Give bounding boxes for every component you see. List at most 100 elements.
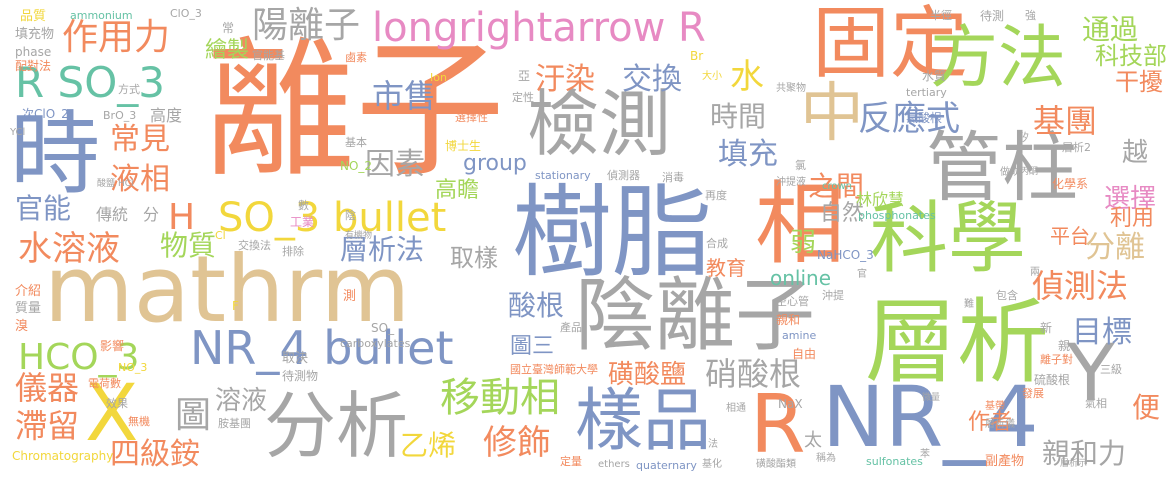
word-zhenceqi: 偵測器 <box>607 169 640 182</box>
word-no2: NO_2 <box>340 159 373 173</box>
word-ethers: ethers <box>598 459 630 470</box>
word-shijian: 時間 <box>710 100 767 133</box>
word-suanyan: 酸鹽 <box>97 179 116 189</box>
word-yixi: 乙烯 <box>400 429 457 462</box>
word-yinsu: 因素 <box>365 147 425 182</box>
word-paichu: 排除 <box>282 245 304 258</box>
word-phosphonates: phosphonates <box>858 209 936 222</box>
word-nahco3: NaHCO_3 <box>817 248 874 262</box>
word-wuji: 無機 <box>128 415 150 428</box>
word-jiaoyu: 教育 <box>706 256 746 280</box>
word-chanpin: 產品 <box>560 321 582 334</box>
word-chongti: 沖提 <box>822 289 844 302</box>
word-shuirongye: 水溶液 <box>18 229 120 269</box>
word-zaidu: 再度 <box>705 189 727 202</box>
word-changjian: 常見 <box>110 122 170 157</box>
word-lv: 氯 <box>795 159 806 172</box>
word-so-small: SO_ <box>371 321 395 335</box>
word-yin: 陰 <box>345 209 356 222</box>
word-baohan: 包含 <box>996 289 1018 302</box>
word-tai: 太 <box>804 430 822 451</box>
word-xiaodu: 消毒 <box>662 171 684 184</box>
word-cengxi2: 層析2 <box>1062 141 1091 154</box>
word-fuchanwu: 副產物 <box>985 454 1025 469</box>
word-chromatography: Chromatography <box>12 449 114 463</box>
word-tu: 圖 <box>175 395 212 436</box>
word-dingxing: 定性 <box>512 91 534 104</box>
word-weiliang: 微量 <box>922 393 941 403</box>
word-jihua: 基化 <box>702 459 722 470</box>
word-fenli: 分離 <box>1085 230 1145 265</box>
word-youjiwu: 有機物 <box>345 231 373 241</box>
word-huangsuanzhi: 磺酸酯類 <box>756 459 796 470</box>
word-pinzhi: 品質 <box>20 9 47 24</box>
word-nax: NaX <box>778 397 803 411</box>
word-hecheng: 合成 <box>706 237 728 250</box>
word-liusuangen: 硫酸根 <box>1034 373 1071 387</box>
word-pingtai: 平台 <box>1050 224 1090 248</box>
word-phase: phase <box>15 45 52 59</box>
word-liyong: 利用 <box>1110 206 1155 231</box>
word-suangen: 酸根 <box>508 289 565 322</box>
word-tianchong: 填充 <box>718 137 778 172</box>
word-ycl: YCl <box>10 127 26 138</box>
word-yingxiang: 影響 <box>100 339 125 353</box>
word-xin: 新 <box>1040 321 1053 335</box>
word-tusan: 圖三 <box>510 334 555 359</box>
word-ce: 測 <box>343 289 357 304</box>
word-zuoyongli: 作用力 <box>62 17 171 58</box>
word-gui: 矽 <box>1018 131 1029 144</box>
word-zuocheng: 做成 <box>1000 167 1020 178</box>
word-huizhi: 繪製 <box>205 38 250 63</box>
word-cengxiyi: 層析儀 <box>985 419 1015 430</box>
word-lusu: 鹵素 <box>345 51 367 64</box>
word-ziyou: 自由 <box>792 347 817 361</box>
word-dianheshu: 電荷數 <box>88 377 121 390</box>
word-ya: 亞 <box>518 69 531 83</box>
word-no3: NO_3 <box>118 361 148 374</box>
word-Cl: Cl <box>215 229 226 242</box>
word-anjituan: 胺基團 <box>218 417 251 430</box>
word-sijian: 四級銨 <box>110 437 200 472</box>
word-yangpin: 樣品 <box>575 382 712 461</box>
word-jieshao: 介紹 <box>15 284 42 299</box>
word-Br-top: Br <box>690 49 704 63</box>
word-shishou: 市售 <box>372 77 437 115</box>
word-shu: 數 <box>298 199 309 212</box>
word-huaxuexi: 化學系 <box>1052 177 1089 191</box>
word-shui: 水 <box>730 57 764 97</box>
word-xuanzexing: 選擇性 <box>455 111 488 124</box>
word-cloud: 離子 mathrm 樹脂 層析 陰離子 NR_4 固定 方法 管柱 時 科學 樣… <box>0 0 1175 482</box>
word-carboxylates: carboxylates <box>340 337 411 350</box>
word-peiduifa: 配對法 <box>15 59 52 73</box>
word-bingtong: 丙酮 <box>1020 167 1039 177</box>
word-liang: 兩 <box>1030 267 1040 278</box>
word-cengxishi: 層析示 <box>1060 459 1088 469</box>
word-yiqi: 儀器 <box>15 369 80 407</box>
word-qiang: 強 <box>1025 9 1036 22</box>
word-shuizhi: 水質 <box>922 69 947 83</box>
word-jiaohuanfa: 交換法 <box>238 239 271 252</box>
word-kejibu: 科技部 <box>1095 42 1167 70</box>
word-ben: 苯 <box>920 449 930 460</box>
word-lvsuangen: 氯酸根 <box>906 111 943 125</box>
word-clo3: ClO_3 <box>170 7 202 20</box>
word-tianchongwu: 填充物 <box>15 27 55 42</box>
word-qujue: 取決 <box>282 351 309 366</box>
word-fangshi: 方式 <box>118 83 140 96</box>
word-sulfonates: sulfonates <box>866 455 923 468</box>
word-yanglizi: 陽離子 <box>252 5 361 46</box>
word-gongjuwu: 共聚物 <box>776 83 806 94</box>
word-ammonium: ammonium <box>70 9 133 22</box>
word-tongguo: 通過 <box>1082 13 1139 46</box>
word-H: H <box>168 197 196 238</box>
word-qixiang: 氣相 <box>1085 397 1107 410</box>
word-banjing: 半徑 <box>930 9 952 22</box>
word-zhong: 中 <box>800 77 864 151</box>
word-fangfa: 方法 <box>930 19 1067 98</box>
word-jiaohuan: 交換 <box>622 62 682 97</box>
word-rongye: 溶液 <box>215 386 268 416</box>
word-so3-bullet: SO_3 bullet <box>218 195 447 241</box>
word-shida: 國立臺灣師範大學 <box>510 363 598 376</box>
word-ruo: 弱 <box>790 228 817 258</box>
